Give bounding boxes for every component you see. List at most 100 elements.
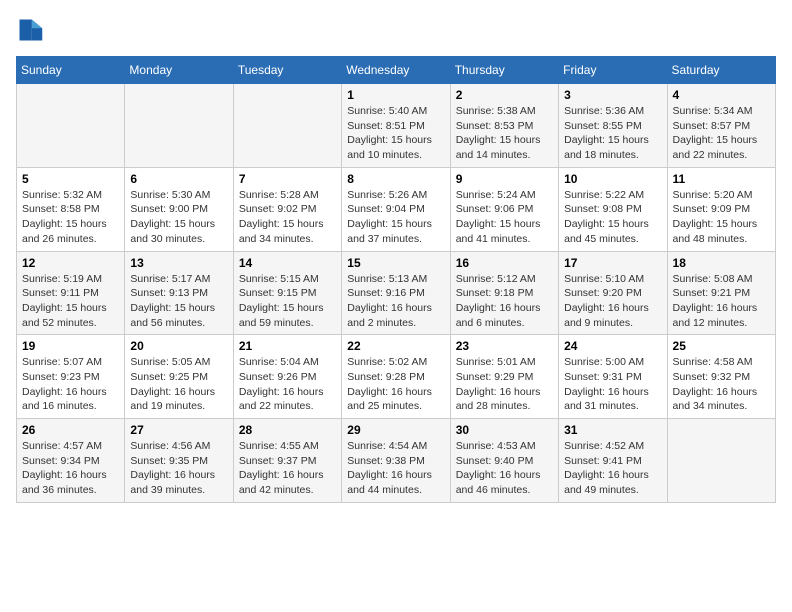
calendar-cell: 3Sunrise: 5:36 AM Sunset: 8:55 PM Daylig… — [559, 84, 667, 168]
logo — [16, 16, 46, 44]
day-info: Sunrise: 5:28 AM Sunset: 9:02 PM Dayligh… — [239, 188, 336, 247]
day-info: Sunrise: 5:12 AM Sunset: 9:18 PM Dayligh… — [456, 272, 553, 331]
day-of-week-header: Thursday — [450, 57, 558, 84]
day-info: Sunrise: 4:52 AM Sunset: 9:41 PM Dayligh… — [564, 439, 661, 498]
page-header — [16, 16, 776, 44]
day-number: 18 — [673, 256, 770, 270]
calendar-cell: 15 Sunrise: 5:13 AM Sunset: 9:16 PM Dayli… — [342, 251, 450, 335]
day-info: Sunrise: 5:30 AM Sunset: 9:00 PM Dayligh… — [130, 188, 227, 247]
calendar-table: SundayMondayTuesdayWednesdayThursdayFrid… — [16, 56, 776, 503]
calendar-cell: 10 Sunrise: 5:22 AM Sunset: 9:08 PM Dayli… — [559, 167, 667, 251]
day-number: 14 — [239, 256, 336, 270]
calendar-cell — [125, 84, 233, 168]
day-info: Sunrise: 5:15 AM Sunset: 9:15 PM Dayligh… — [239, 272, 336, 331]
day-number: 20 — [130, 339, 227, 353]
day-info: Sunrise: 4:58 AM Sunset: 9:32 PM Dayligh… — [673, 355, 770, 414]
calendar-cell: 28 Sunrise: 4:55 AM Sunset: 9:37 PM Dayli… — [233, 419, 341, 503]
day-number: 12 — [22, 256, 119, 270]
day-info: Sunrise: 5:05 AM Sunset: 9:25 PM Dayligh… — [130, 355, 227, 414]
day-info: Sunrise: 5:34 AM Sunset: 8:57 PM Dayligh… — [673, 104, 770, 163]
calendar-cell: 11 Sunrise: 5:20 AM Sunset: 9:09 PM Dayli… — [667, 167, 775, 251]
day-number: 4 — [673, 88, 770, 102]
calendar-cell: 12 Sunrise: 5:19 AM Sunset: 9:11 PM Dayli… — [17, 251, 125, 335]
day-number: 22 — [347, 339, 444, 353]
day-info: Sunrise: 5:36 AM Sunset: 8:55 PM Dayligh… — [564, 104, 661, 163]
day-info: Sunrise: 5:10 AM Sunset: 9:20 PM Dayligh… — [564, 272, 661, 331]
calendar-cell — [667, 419, 775, 503]
calendar-cell: 2Sunrise: 5:38 AM Sunset: 8:53 PM Daylig… — [450, 84, 558, 168]
calendar-cell: 13 Sunrise: 5:17 AM Sunset: 9:13 PM Dayli… — [125, 251, 233, 335]
calendar-cell: 23 Sunrise: 5:01 AM Sunset: 9:29 PM Dayli… — [450, 335, 558, 419]
calendar-cell: 31 Sunrise: 4:52 AM Sunset: 9:41 PM Dayli… — [559, 419, 667, 503]
day-of-week-header: Sunday — [17, 57, 125, 84]
day-of-week-header: Saturday — [667, 57, 775, 84]
day-info: Sunrise: 5:20 AM Sunset: 9:09 PM Dayligh… — [673, 188, 770, 247]
day-number: 23 — [456, 339, 553, 353]
day-info: Sunrise: 5:24 AM Sunset: 9:06 PM Dayligh… — [456, 188, 553, 247]
day-of-week-header: Tuesday — [233, 57, 341, 84]
day-number: 31 — [564, 423, 661, 437]
day-number: 25 — [673, 339, 770, 353]
day-info: Sunrise: 5:40 AM Sunset: 8:51 PM Dayligh… — [347, 104, 444, 163]
calendar-cell: 17 Sunrise: 5:10 AM Sunset: 9:20 PM Dayli… — [559, 251, 667, 335]
calendar-cell — [17, 84, 125, 168]
calendar-cell: 6Sunrise: 5:30 AM Sunset: 9:00 PM Daylig… — [125, 167, 233, 251]
day-number: 7 — [239, 172, 336, 186]
logo-icon — [16, 16, 44, 44]
calendar-cell: 24 Sunrise: 5:00 AM Sunset: 9:31 PM Dayli… — [559, 335, 667, 419]
day-number: 19 — [22, 339, 119, 353]
day-number: 9 — [456, 172, 553, 186]
day-info: Sunrise: 5:00 AM Sunset: 9:31 PM Dayligh… — [564, 355, 661, 414]
day-info: Sunrise: 4:53 AM Sunset: 9:40 PM Dayligh… — [456, 439, 553, 498]
calendar-cell: 19 Sunrise: 5:07 AM Sunset: 9:23 PM Dayli… — [17, 335, 125, 419]
day-number: 28 — [239, 423, 336, 437]
calendar-cell — [233, 84, 341, 168]
day-info: Sunrise: 4:54 AM Sunset: 9:38 PM Dayligh… — [347, 439, 444, 498]
calendar-week-row: 5 Sunrise: 5:32 AM Sunset: 8:58 PM Daylig… — [17, 167, 776, 251]
calendar-week-row: 19 Sunrise: 5:07 AM Sunset: 9:23 PM Dayli… — [17, 335, 776, 419]
day-number: 5 — [22, 172, 119, 186]
day-info: Sunrise: 5:19 AM Sunset: 9:11 PM Dayligh… — [22, 272, 119, 331]
calendar-cell: 21 Sunrise: 5:04 AM Sunset: 9:26 PM Dayli… — [233, 335, 341, 419]
calendar-week-row: 12 Sunrise: 5:19 AM Sunset: 9:11 PM Dayli… — [17, 251, 776, 335]
day-number: 26 — [22, 423, 119, 437]
calendar-cell: 29Sunrise: 4:54 AM Sunset: 9:38 PM Dayli… — [342, 419, 450, 503]
calendar-cell: 27Sunrise: 4:56 AM Sunset: 9:35 PM Dayli… — [125, 419, 233, 503]
calendar-week-row: 1Sunrise: 5:40 AM Sunset: 8:51 PM Daylig… — [17, 84, 776, 168]
calendar-cell: 8Sunrise: 5:26 AM Sunset: 9:04 PM Daylig… — [342, 167, 450, 251]
day-number: 21 — [239, 339, 336, 353]
calendar-cell: 14 Sunrise: 5:15 AM Sunset: 9:15 PM Dayli… — [233, 251, 341, 335]
day-info: Sunrise: 4:57 AM Sunset: 9:34 PM Dayligh… — [22, 439, 119, 498]
day-number: 2 — [456, 88, 553, 102]
day-info: Sunrise: 5:26 AM Sunset: 9:04 PM Dayligh… — [347, 188, 444, 247]
calendar-cell: 30 Sunrise: 4:53 AM Sunset: 9:40 PM Dayli… — [450, 419, 558, 503]
day-of-week-header: Wednesday — [342, 57, 450, 84]
day-info: Sunrise: 5:07 AM Sunset: 9:23 PM Dayligh… — [22, 355, 119, 414]
day-of-week-header: Friday — [559, 57, 667, 84]
day-info: Sunrise: 4:55 AM Sunset: 9:37 PM Dayligh… — [239, 439, 336, 498]
day-of-week-header: Monday — [125, 57, 233, 84]
day-number: 30 — [456, 423, 553, 437]
calendar-cell: 7 Sunrise: 5:28 AM Sunset: 9:02 PM Daylig… — [233, 167, 341, 251]
day-number: 16 — [456, 256, 553, 270]
day-info: Sunrise: 5:22 AM Sunset: 9:08 PM Dayligh… — [564, 188, 661, 247]
day-number: 13 — [130, 256, 227, 270]
day-number: 11 — [673, 172, 770, 186]
day-info: Sunrise: 5:13 AM Sunset: 9:16 PM Dayligh… — [347, 272, 444, 331]
day-info: Sunrise: 5:32 AM Sunset: 8:58 PM Dayligh… — [22, 188, 119, 247]
day-number: 24 — [564, 339, 661, 353]
calendar-cell: 18Sunrise: 5:08 AM Sunset: 9:21 PM Dayli… — [667, 251, 775, 335]
calendar-cell: 16 Sunrise: 5:12 AM Sunset: 9:18 PM Dayli… — [450, 251, 558, 335]
day-info: Sunrise: 5:01 AM Sunset: 9:29 PM Dayligh… — [456, 355, 553, 414]
calendar-header-row: SundayMondayTuesdayWednesdayThursdayFrid… — [17, 57, 776, 84]
day-info: Sunrise: 5:02 AM Sunset: 9:28 PM Dayligh… — [347, 355, 444, 414]
calendar-cell: 22 Sunrise: 5:02 AM Sunset: 9:28 PM Dayli… — [342, 335, 450, 419]
day-info: Sunrise: 5:17 AM Sunset: 9:13 PM Dayligh… — [130, 272, 227, 331]
day-number: 17 — [564, 256, 661, 270]
calendar-cell: 25 Sunrise: 4:58 AM Sunset: 9:32 PM Dayli… — [667, 335, 775, 419]
day-number: 15 — [347, 256, 444, 270]
day-info: Sunrise: 5:04 AM Sunset: 9:26 PM Dayligh… — [239, 355, 336, 414]
calendar-cell: 5 Sunrise: 5:32 AM Sunset: 8:58 PM Daylig… — [17, 167, 125, 251]
day-number: 10 — [564, 172, 661, 186]
calendar-cell: 20 Sunrise: 5:05 AM Sunset: 9:25 PM Dayli… — [125, 335, 233, 419]
